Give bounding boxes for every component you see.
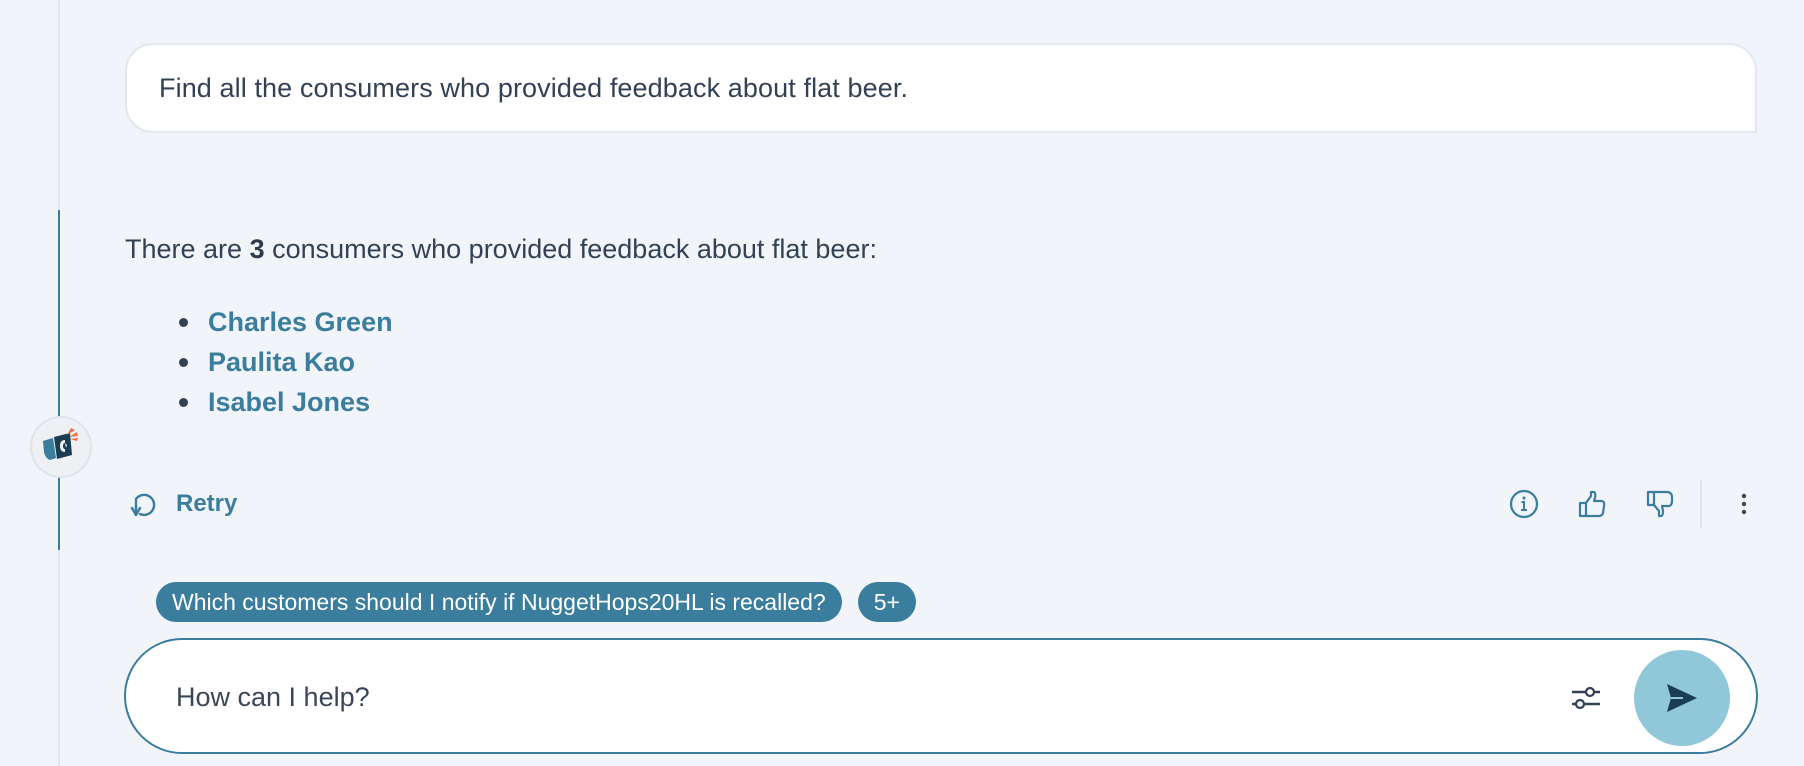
- sliders-icon: [1572, 686, 1600, 710]
- suggestion-chips: Which customers should I notify if Nugge…: [156, 582, 916, 622]
- list-item: Charles Green: [176, 302, 393, 342]
- consumer-link-charles-green[interactable]: Charles Green: [208, 307, 393, 338]
- send-button[interactable]: [1634, 650, 1730, 746]
- bullet: [179, 357, 188, 367]
- settings-button[interactable]: [1566, 678, 1606, 718]
- brand-logo-icon: [43, 428, 78, 460]
- bullet: [179, 317, 188, 327]
- composer: [124, 638, 1758, 754]
- more-options-button[interactable]: [1724, 484, 1764, 524]
- thumbs-down-icon: [1646, 490, 1674, 518]
- consumer-list: Charles Green Paulita Kao Isabel Jones: [176, 302, 393, 422]
- answer-prefix: There are: [125, 234, 250, 264]
- assistant-avatar: [30, 416, 92, 478]
- bullet: [179, 397, 188, 407]
- retry-button[interactable]: Retry: [128, 488, 237, 520]
- actions-divider: [1700, 480, 1702, 528]
- user-message-bubble: Find all the consumers who provided feed…: [125, 43, 1757, 133]
- message-input[interactable]: [174, 670, 1528, 724]
- thumbs-down-button[interactable]: [1640, 484, 1680, 524]
- answer-count: 3: [249, 234, 265, 264]
- suggestion-chip[interactable]: Which customers should I notify if Nugge…: [156, 582, 842, 622]
- list-item: Isabel Jones: [176, 382, 393, 422]
- info-icon: [1509, 489, 1539, 519]
- send-icon: [1667, 684, 1697, 712]
- thumbs-up-icon: [1578, 490, 1606, 518]
- retry-label: Retry: [176, 490, 238, 517]
- info-button[interactable]: [1504, 484, 1544, 524]
- list-item: Paulita Kao: [176, 342, 393, 382]
- thumbs-up-button[interactable]: [1572, 484, 1612, 524]
- user-message-text: Find all the consumers who provided feed…: [159, 72, 909, 103]
- kebab-menu-icon: [1741, 493, 1747, 515]
- consumer-link-isabel-jones[interactable]: Isabel Jones: [208, 387, 370, 418]
- assistant-message-rail: [58, 210, 60, 550]
- more-suggestions-chip[interactable]: 5+: [857, 582, 916, 622]
- message-actions: [1500, 480, 1764, 528]
- answer-suffix: consumers who provided feedback about fl…: [264, 234, 877, 264]
- consumer-link-paulita-kao[interactable]: Paulita Kao: [208, 347, 355, 378]
- retry-icon: [130, 493, 156, 517]
- assistant-answer: There are 3 consumers who provided feedb…: [125, 234, 877, 265]
